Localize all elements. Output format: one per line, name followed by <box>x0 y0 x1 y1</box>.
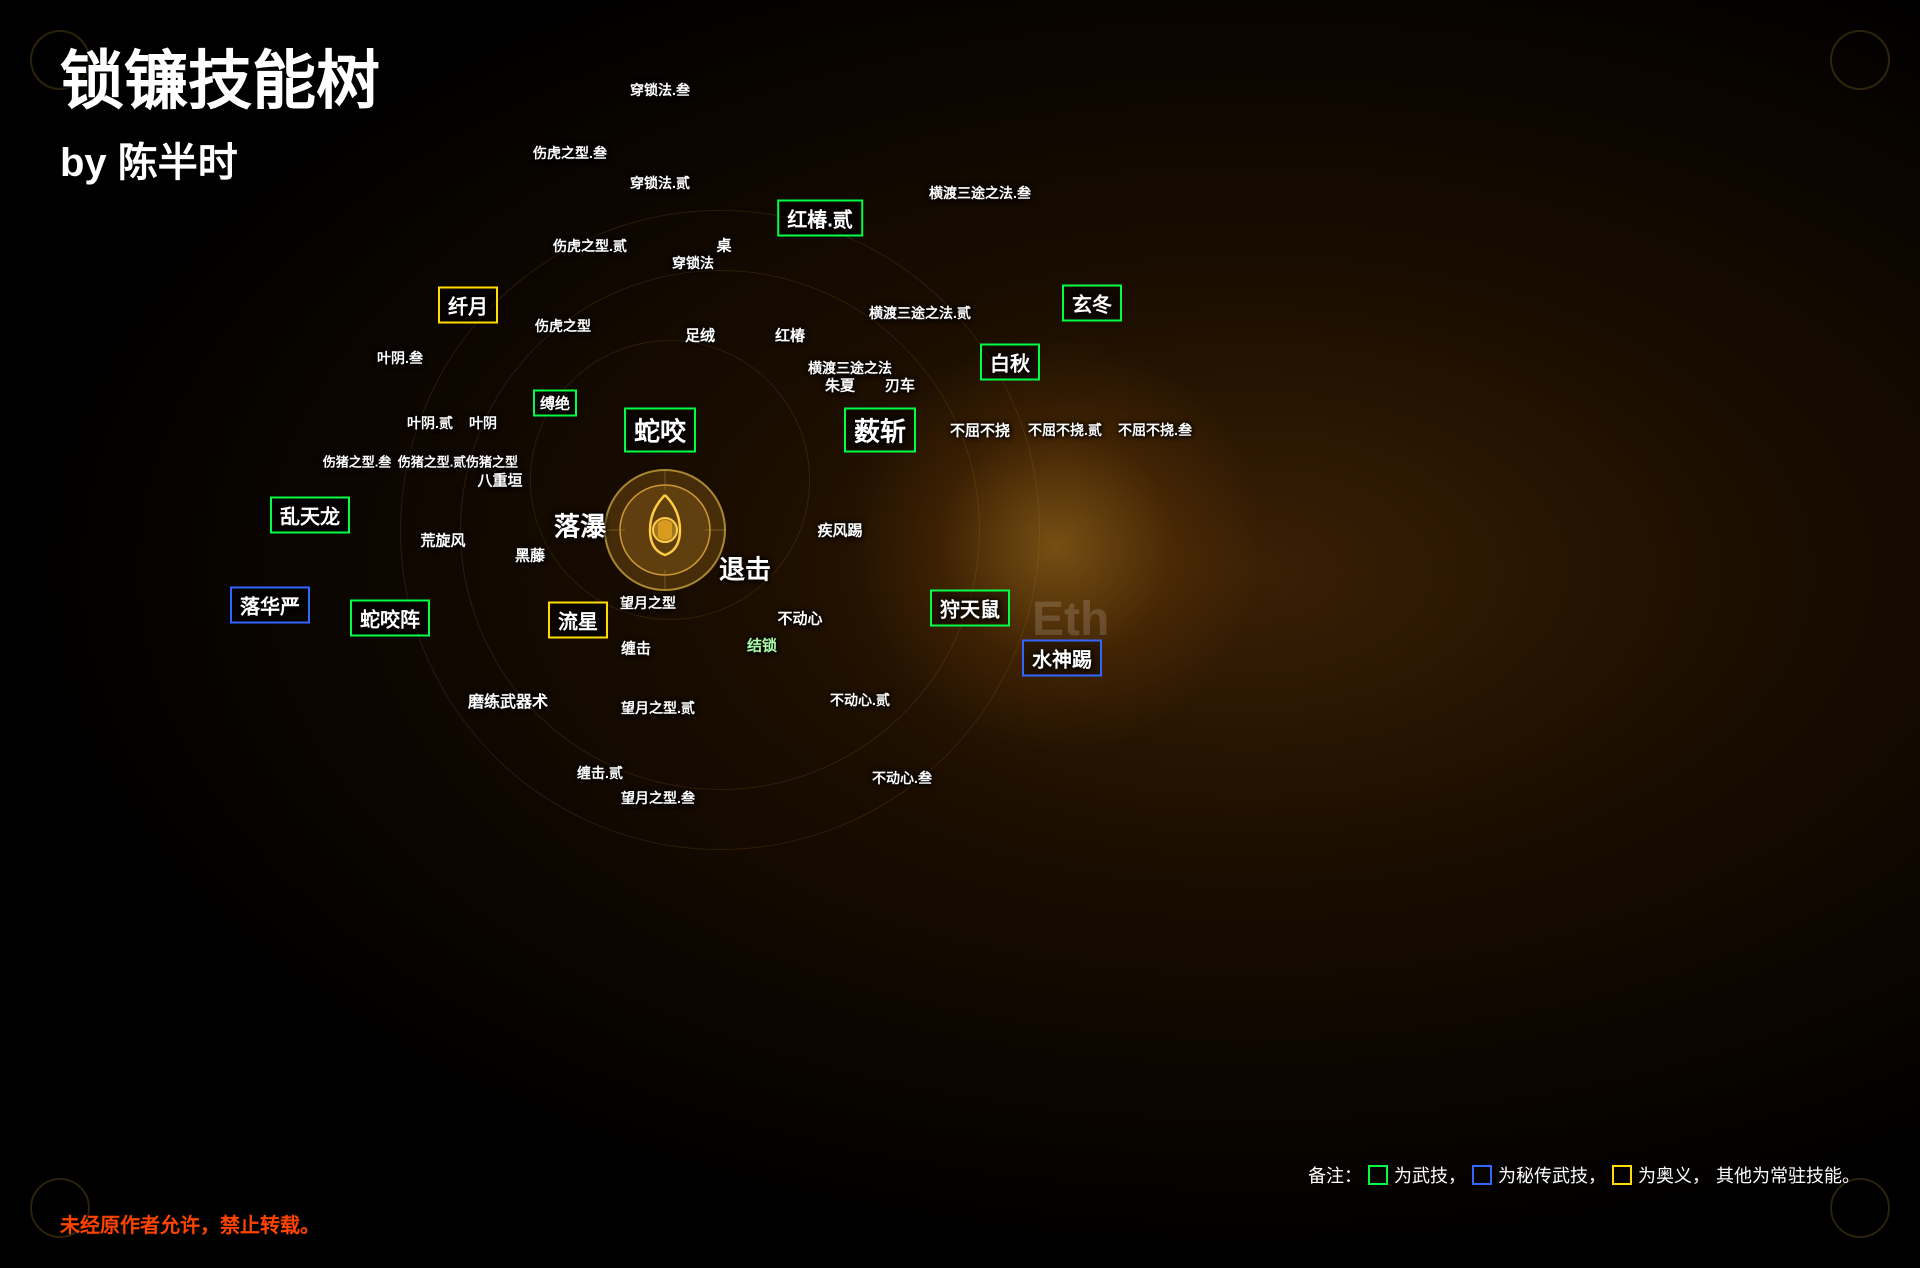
node-shang-zhu-er: 伤猪之型.贰 <box>398 452 467 471</box>
node-heng-du-san: 横渡三途之法.叁 <box>929 183 1031 203</box>
node-chan-ji: 缠击 <box>621 638 651 659</box>
node-mo-lian: 磨练武器术 <box>468 688 548 712</box>
node-ba-zhong-yuan: 八重垣 <box>477 470 522 491</box>
node-luo-pu: 落瀑 <box>554 507 606 544</box>
node-bu-qu-er: 不屈不挠.贰 <box>1028 420 1102 440</box>
node-she-yao: 蛇咬 <box>624 408 696 453</box>
node-she-yao-zhen: 蛇咬阵 <box>350 600 430 637</box>
legend: 备注： 为武技， 为秘传武技， 为奥义， 其他为常驻技能。 <box>1308 1162 1860 1188</box>
node-wang-yue: 望月之型 <box>620 593 676 613</box>
node-luan-tian-long: 乱天龙 <box>270 497 350 534</box>
page-title: 锁镰技能树 <box>60 30 380 122</box>
node-bu-dong-xin-er: 不动心.贰 <box>830 690 890 710</box>
node-chuan-suo-fa-san: 穿锁法.叁 <box>630 80 690 100</box>
node-bu-qu-san: 不屈不挠.叁 <box>1118 420 1192 440</box>
node-chan-ji-er: 缠击.贰 <box>577 763 623 783</box>
node-wang-yue-er: 望月之型.贰 <box>621 698 695 718</box>
corner-ornament-tr <box>1830 30 1890 90</box>
legend-yellow-box <box>1612 1165 1632 1185</box>
node-xuan-dong: 玄冬 <box>1062 285 1122 322</box>
node-bu-dong-xin: 不动心 <box>777 608 822 629</box>
legend-prefix: 备注： <box>1308 1162 1362 1188</box>
node-shang-hu-san: 伤虎之型.叁 <box>533 143 607 163</box>
node-shang-hu: 伤虎之型 <box>535 316 591 336</box>
node-luo-hua-yan: 落华严 <box>230 587 310 624</box>
node-ye-yin: 叶阴 <box>469 413 497 433</box>
node-bu-qu-bu-nao: 不屈不挠 <box>950 420 1010 441</box>
node-bu-dong-xin-san: 不动心.叁 <box>872 768 932 788</box>
node-liu-xing: 流星 <box>548 602 608 639</box>
node-ji-feng-ti: 疾风踢 <box>817 520 862 541</box>
legend-green-box <box>1368 1165 1388 1185</box>
node-jie-suo: 结锁 <box>747 635 777 656</box>
eth-watermark: Eth <box>1032 592 1109 647</box>
node-gun-yue: 纤月 <box>438 287 498 324</box>
node-tui-ji: 退击 <box>719 550 771 587</box>
node-ye-yin-er: 叶阴.贰 <box>407 413 453 433</box>
legend-blue-label: 为秘传武技， <box>1498 1162 1606 1188</box>
node-chuan-suo-fa: 穿锁法 <box>672 253 714 273</box>
legend-suffix: 其他为常驻技能。 <box>1716 1162 1860 1188</box>
node-zu-rong: 足绒 <box>685 325 715 346</box>
node-hei-teng: 黑藤 <box>515 545 545 566</box>
node-kun-jue: 缚绝 <box>533 390 577 417</box>
node-shu-zhan: 薮斩 <box>844 408 916 453</box>
footer-warning: 未经原作者允许，禁止转载。 <box>60 1209 320 1238</box>
node-chuan-suo-fa-er: 穿锁法.贰 <box>630 173 690 193</box>
legend-green-label: 为武技， <box>1394 1162 1466 1188</box>
page-subtitle: by 陈半时 <box>60 130 238 188</box>
center-symbol <box>600 465 730 595</box>
node-ye-yin-san: 叶阴.叁 <box>377 348 423 368</box>
node-heng-du-er: 横渡三途之法.贰 <box>869 303 971 323</box>
node-shang-zhu-san: 伤猪之型.叁 <box>323 452 392 471</box>
node-shang-zhu: 伤猪之型 <box>466 452 518 471</box>
node-wang-yue-san: 望月之型.叁 <box>621 788 695 808</box>
node-huang-xuan-feng: 荒旋风 <box>420 530 465 551</box>
node-shou-tian-shu: 狩天鼠 <box>930 590 1010 627</box>
legend-blue-box <box>1472 1165 1492 1185</box>
node-hong-chun: 红椿 <box>775 325 805 346</box>
node-shang-hu-er: 伤虎之型.贰 <box>553 236 627 256</box>
node-bai-qiu: 白秋 <box>980 344 1040 381</box>
node-quan: 桌 <box>716 235 731 256</box>
node-heng-du: 横渡三途之法 <box>808 358 892 378</box>
legend-yellow-label: 为奥义， <box>1638 1162 1710 1188</box>
node-hong-chun-er: 红椿.贰 <box>777 200 863 237</box>
